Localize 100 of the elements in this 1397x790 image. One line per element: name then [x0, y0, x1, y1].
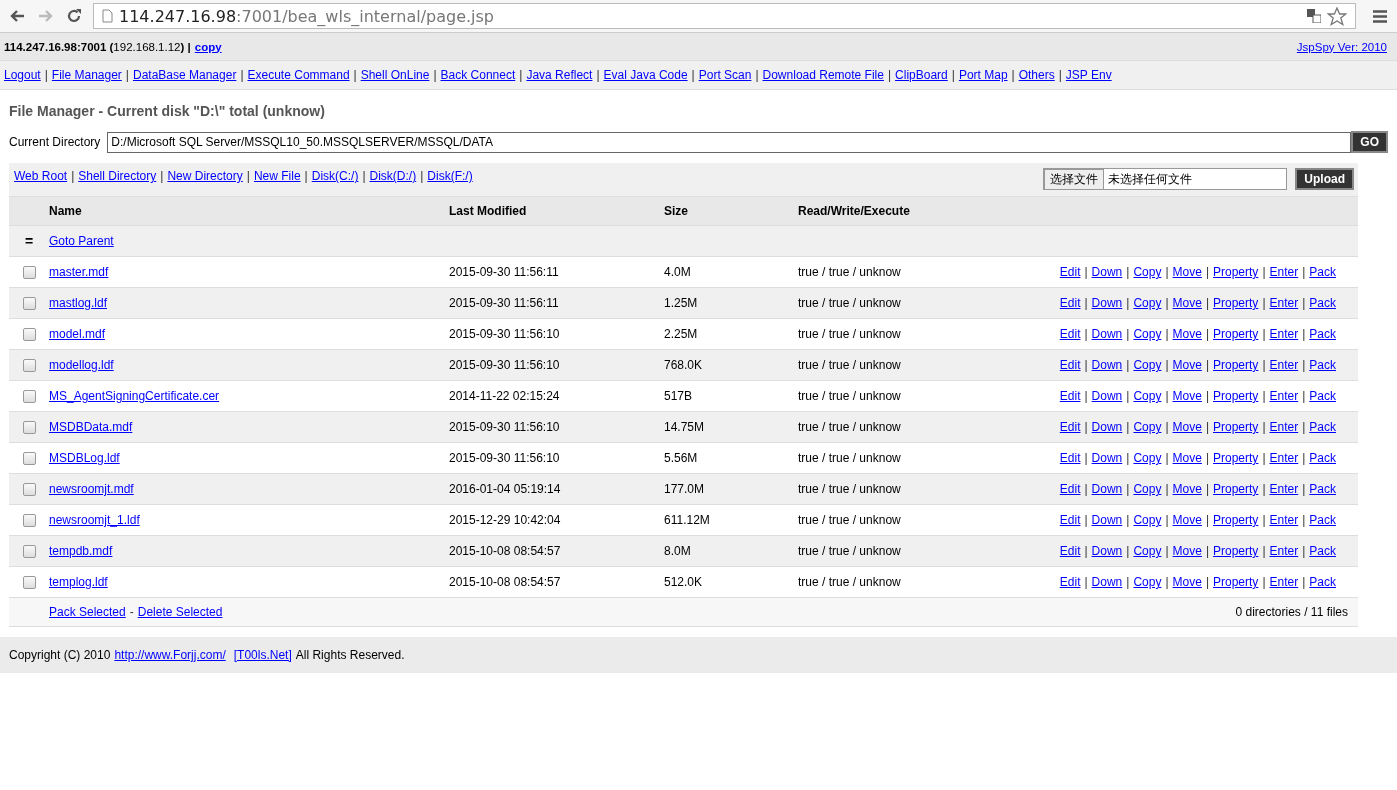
file-action-link[interactable]: Property: [1213, 389, 1259, 403]
file-action-link[interactable]: Move: [1172, 575, 1202, 589]
row-checkbox[interactable]: [22, 513, 36, 527]
file-action-link[interactable]: Property: [1213, 420, 1259, 434]
delete-selected-link[interactable]: Delete Selected: [137, 605, 223, 619]
address-bar[interactable]: 114.247.16.98:7001/bea_wls_internal/page.jsp: [93, 3, 1356, 29]
file-action-link[interactable]: Edit: [1059, 451, 1081, 465]
file-name-link[interactable]: modellog.ldf: [49, 358, 114, 372]
file-action-link[interactable]: Enter: [1269, 451, 1299, 465]
file-name-link[interactable]: MSDBData.mdf: [49, 420, 133, 434]
file-name-link[interactable]: model.mdf: [49, 327, 106, 341]
file-action-link[interactable]: Pack: [1309, 296, 1336, 310]
file-action-link[interactable]: Down: [1091, 451, 1123, 465]
file-action-link[interactable]: Move: [1172, 358, 1202, 372]
file-action-link[interactable]: Copy: [1133, 265, 1162, 279]
file-action-link[interactable]: Enter: [1269, 544, 1299, 558]
file-action-link[interactable]: Pack: [1309, 420, 1336, 434]
file-action-link[interactable]: Property: [1213, 358, 1259, 372]
file-action-link[interactable]: Down: [1091, 265, 1123, 279]
file-action-link[interactable]: Enter: [1269, 265, 1299, 279]
directory-link[interactable]: Shell Directory: [78, 169, 157, 183]
file-action-link[interactable]: Copy: [1133, 513, 1162, 527]
file-action-link[interactable]: Down: [1091, 389, 1123, 403]
file-action-link[interactable]: Property: [1213, 451, 1259, 465]
file-action-link[interactable]: Enter: [1269, 420, 1299, 434]
nav-link[interactable]: Port Scan: [698, 68, 752, 82]
nav-link[interactable]: JSP Env: [1065, 68, 1112, 82]
file-action-link[interactable]: Copy: [1133, 296, 1162, 310]
row-checkbox[interactable]: [22, 358, 36, 372]
file-action-link[interactable]: Copy: [1133, 327, 1162, 341]
file-action-link[interactable]: Move: [1172, 265, 1202, 279]
file-action-link[interactable]: Edit: [1059, 575, 1081, 589]
file-action-link[interactable]: Enter: [1269, 389, 1299, 403]
file-action-link[interactable]: Pack: [1309, 575, 1336, 589]
file-name-link[interactable]: newsroomjt.mdf: [49, 482, 134, 496]
file-action-link[interactable]: Property: [1213, 265, 1259, 279]
file-action-link[interactable]: Edit: [1059, 544, 1081, 558]
row-checkbox[interactable]: [22, 544, 36, 558]
file-action-link[interactable]: Property: [1213, 296, 1259, 310]
file-action-link[interactable]: Enter: [1269, 482, 1299, 496]
nav-link[interactable]: Execute Command: [247, 68, 350, 82]
row-checkbox[interactable]: [22, 389, 36, 403]
file-action-link[interactable]: Edit: [1059, 327, 1081, 341]
file-action-link[interactable]: Down: [1091, 420, 1123, 434]
file-name-link[interactable]: mastlog.ldf: [49, 296, 108, 310]
file-action-link[interactable]: Enter: [1269, 575, 1299, 589]
directory-link[interactable]: Disk(F:/): [427, 169, 473, 183]
file-action-link[interactable]: Move: [1172, 296, 1202, 310]
file-action-link[interactable]: Edit: [1059, 296, 1081, 310]
file-name-link[interactable]: MS_AgentSigningCertificate.cer: [49, 389, 220, 403]
nav-link[interactable]: Java Reflect: [526, 68, 593, 82]
file-action-link[interactable]: Property: [1213, 327, 1259, 341]
file-action-link[interactable]: Pack: [1309, 389, 1336, 403]
star-icon[interactable]: [1327, 6, 1347, 26]
file-action-link[interactable]: Property: [1213, 513, 1259, 527]
file-action-link[interactable]: Pack: [1309, 482, 1336, 496]
nav-link[interactable]: Download Remote File: [762, 68, 884, 82]
directory-link[interactable]: Disk(C:/): [311, 169, 359, 183]
file-action-link[interactable]: Copy: [1133, 389, 1162, 403]
nav-link[interactable]: ClipBoard: [895, 68, 948, 82]
file-name-link[interactable]: master.mdf: [49, 265, 109, 279]
file-action-link[interactable]: Move: [1172, 451, 1202, 465]
pack-selected-link[interactable]: Pack Selected: [49, 605, 126, 619]
choose-file-button[interactable]: 选择文件: [1044, 168, 1105, 190]
reload-icon[interactable]: [66, 8, 82, 24]
file-action-link[interactable]: Edit: [1059, 389, 1081, 403]
row-checkbox[interactable]: [22, 451, 36, 465]
file-input[interactable]: 选择文件 未选择任何文件: [1043, 168, 1288, 190]
file-action-link[interactable]: Copy: [1133, 420, 1162, 434]
file-name-link[interactable]: templog.ldf: [49, 575, 108, 589]
forum-link[interactable]: [T00ls.Net]: [233, 648, 292, 662]
file-action-link[interactable]: Pack: [1309, 513, 1336, 527]
file-name-link[interactable]: MSDBLog.ldf: [49, 451, 120, 465]
menu-icon[interactable]: [1373, 9, 1387, 23]
file-action-link[interactable]: Copy: [1133, 358, 1162, 372]
directory-link[interactable]: New Directory: [167, 169, 243, 183]
file-action-link[interactable]: Enter: [1269, 358, 1299, 372]
file-action-link[interactable]: Move: [1172, 389, 1202, 403]
translate-icon[interactable]: [1307, 9, 1321, 23]
nav-link[interactable]: Port Map: [958, 68, 1008, 82]
version-link[interactable]: JspSpy Ver: 2010: [1296, 40, 1387, 53]
file-action-link[interactable]: Pack: [1309, 544, 1336, 558]
file-action-link[interactable]: Edit: [1059, 513, 1081, 527]
nav-link[interactable]: Others: [1018, 68, 1055, 82]
row-checkbox[interactable]: [22, 327, 36, 341]
file-action-link[interactable]: Down: [1091, 327, 1123, 341]
file-action-link[interactable]: Down: [1091, 482, 1123, 496]
directory-link[interactable]: Web Root: [14, 169, 68, 183]
file-action-link[interactable]: Edit: [1059, 358, 1081, 372]
file-action-link[interactable]: Property: [1213, 575, 1259, 589]
nav-link[interactable]: Shell OnLine: [360, 68, 430, 82]
goto-parent-link[interactable]: Goto Parent: [49, 234, 449, 248]
copy-link[interactable]: copy: [194, 40, 222, 53]
file-action-link[interactable]: Down: [1091, 544, 1123, 558]
file-action-link[interactable]: Down: [1091, 296, 1123, 310]
nav-link[interactable]: Back Connect: [440, 68, 516, 82]
upload-button[interactable]: Upload: [1295, 168, 1354, 190]
file-action-link[interactable]: Down: [1091, 358, 1123, 372]
file-action-link[interactable]: Property: [1213, 544, 1259, 558]
file-action-link[interactable]: Move: [1172, 482, 1202, 496]
